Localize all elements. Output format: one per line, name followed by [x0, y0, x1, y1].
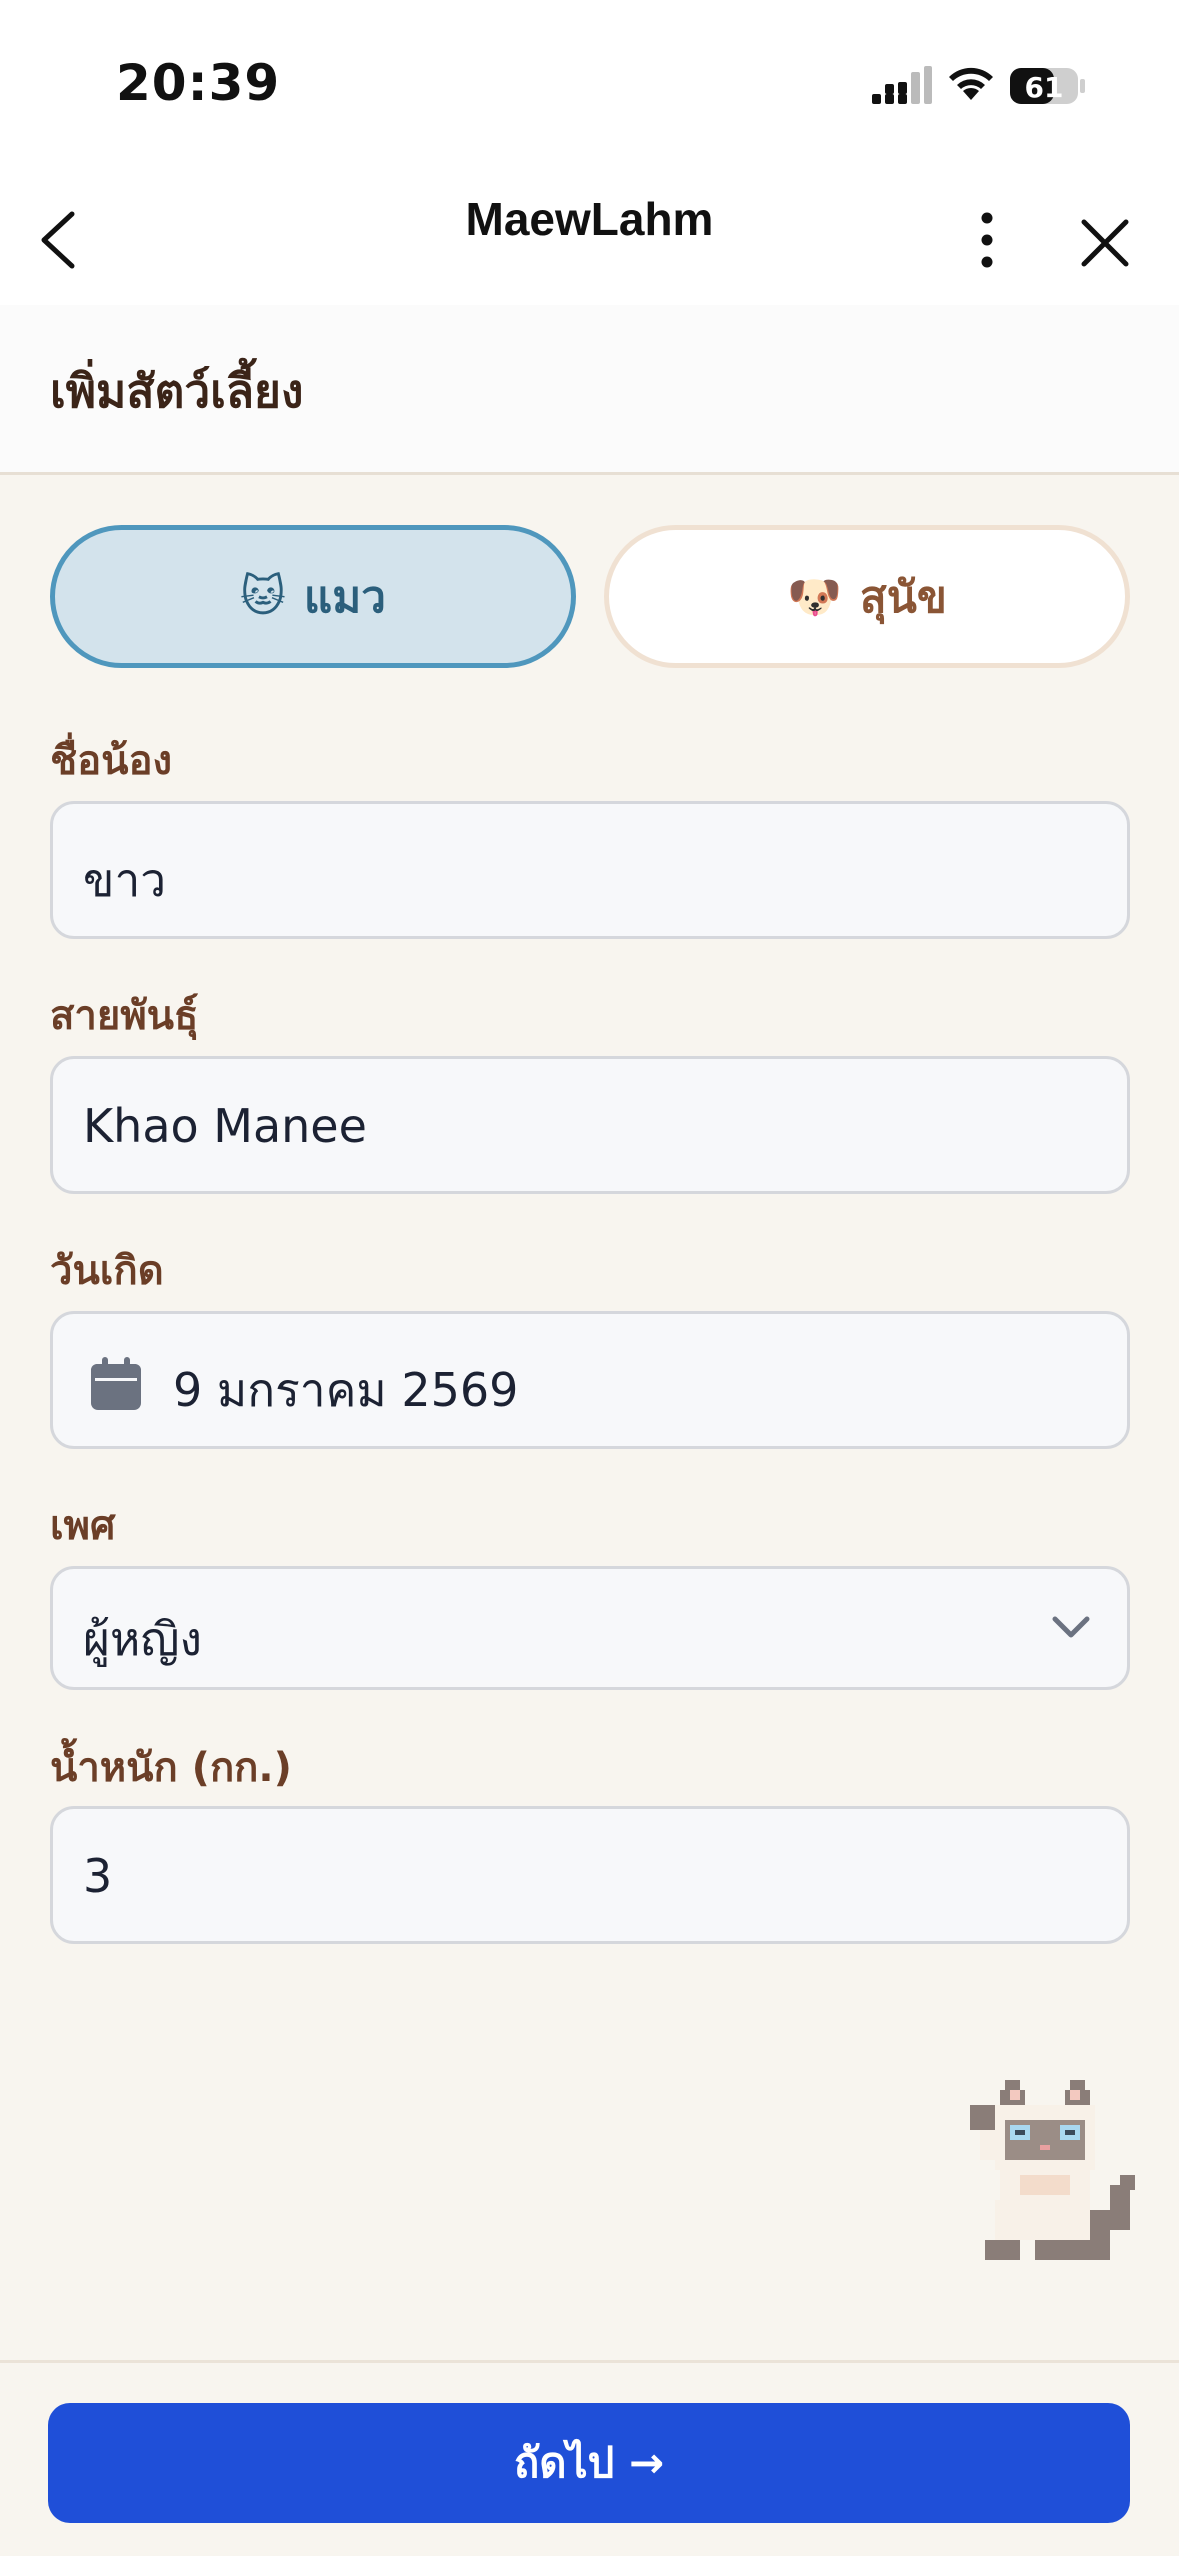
- calendar-icon: [91, 1357, 141, 1410]
- breed-input[interactable]: Khao Manee: [50, 1056, 1130, 1194]
- more-options-icon[interactable]: [972, 210, 1002, 270]
- sex-select[interactable]: ผู้หญิง: [50, 1566, 1130, 1690]
- nav-title: MaewLahm: [465, 193, 714, 245]
- nav-bar: MaewLahm: [0, 170, 1179, 305]
- species-dog-label: สุนัข: [859, 571, 947, 623]
- species-dog-button[interactable]: 🐶 สุนัข: [604, 525, 1130, 668]
- page-title: เพิ่มสัตว์เลี้ยง: [50, 364, 304, 418]
- breed-label: สายพันธุ์: [50, 993, 199, 1039]
- species-cat-label: แมว: [303, 571, 386, 623]
- status-bar: 20:39 61: [0, 0, 1179, 170]
- page-header: เพิ่มสัตว์เลี้ยง: [0, 305, 1179, 475]
- breed-value: Khao Manee: [83, 1099, 367, 1153]
- cat-face-icon: 🐱: [240, 571, 286, 622]
- sex-value: ผู้หญิง: [83, 1612, 202, 1666]
- weight-label: น้ำหนัก (กก.): [50, 1745, 292, 1791]
- weight-input[interactable]: 3: [50, 1806, 1130, 1944]
- chevron-down-icon: [1052, 1616, 1090, 1638]
- species-cat-button[interactable]: 🐱 แมว: [50, 525, 576, 668]
- cellular-signal-icon: [872, 66, 932, 104]
- pixel-cat-mascot-icon: [970, 2080, 1135, 2260]
- birthday-input[interactable]: 9 มกราคม 2569: [50, 1311, 1130, 1449]
- bottom-action-bar: ถัดไป →: [0, 2360, 1179, 2556]
- weight-value: 3: [83, 1849, 113, 1903]
- name-value: ขาว: [83, 853, 167, 907]
- birthday-value: 9 มกราคม 2569: [173, 1363, 519, 1417]
- close-icon[interactable]: [1080, 218, 1130, 268]
- next-button[interactable]: ถัดไป →: [48, 2403, 1130, 2523]
- name-input[interactable]: ขาว: [50, 801, 1130, 939]
- battery-level: 61: [1025, 71, 1064, 104]
- birthday-label: วันเกิด: [50, 1248, 164, 1294]
- wifi-icon: [949, 67, 993, 100]
- name-label: ชื่อน้อง: [50, 738, 173, 784]
- sex-label: เพศ: [50, 1503, 116, 1549]
- dog-face-icon: 🐶: [787, 571, 842, 623]
- battery-icon: 61: [1010, 68, 1085, 104]
- status-time: 20:39: [116, 54, 281, 112]
